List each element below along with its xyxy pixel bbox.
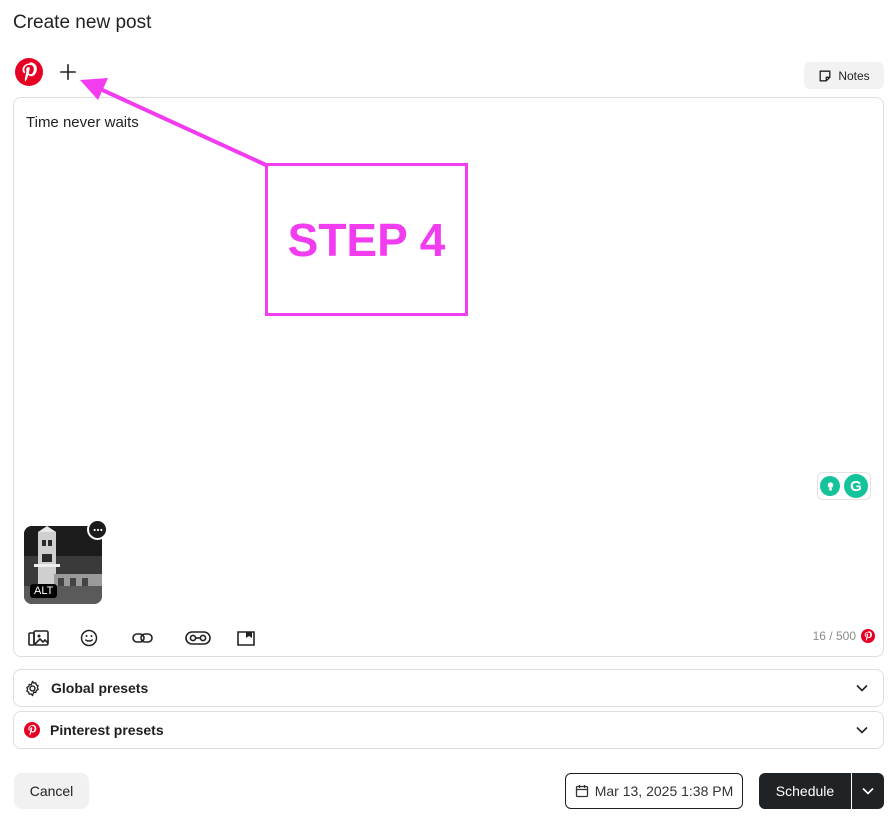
alt-badge[interactable]: ALT (30, 584, 58, 598)
folder-button[interactable] (236, 628, 288, 648)
step-label: STEP 4 (287, 213, 446, 266)
link-button[interactable] (132, 628, 184, 648)
calendar-icon (575, 785, 588, 798)
chevron-down-icon (862, 787, 874, 795)
lightbulb-icon[interactable] (820, 476, 840, 496)
pinterest-account-icon[interactable] (15, 58, 43, 86)
note-icon (819, 70, 831, 81)
ai-assistant-button[interactable] (184, 628, 236, 648)
notes-button[interactable]: Notes (804, 62, 884, 89)
emoji-button[interactable] (80, 628, 132, 648)
step-annotation-box: STEP 4 (265, 163, 468, 316)
global-presets-label: Global presets (51, 680, 149, 696)
character-counter: 16 / 500 (813, 629, 875, 643)
emoji-icon (80, 629, 98, 647)
schedule-button[interactable]: Schedule (759, 773, 851, 809)
pinterest-icon (24, 722, 40, 738)
pinterest-presets-accordion[interactable]: Pinterest presets (13, 711, 884, 749)
grammarly-icon[interactable]: G (844, 474, 868, 498)
media-button[interactable] (28, 628, 80, 648)
folder-icon (237, 631, 255, 646)
more-dots-icon (93, 528, 102, 531)
link-icon (132, 633, 153, 643)
editor-toolbar (28, 628, 288, 648)
chevron-down-icon (856, 726, 868, 734)
plus-icon (59, 63, 77, 81)
image-options-button[interactable] (87, 519, 108, 540)
post-text[interactable]: Time never waits (26, 114, 139, 131)
chevron-down-icon (856, 684, 868, 692)
schedule-options-button[interactable] (852, 773, 884, 809)
pinterest-icon (861, 629, 875, 643)
add-account-button[interactable] (56, 60, 80, 84)
schedule-date-text: Mar 13, 2025 1:38 PM (594, 783, 734, 799)
bot-icon (185, 631, 211, 645)
dialog-title: Create new post (13, 12, 152, 33)
gear-icon (26, 680, 39, 696)
notes-label: Notes (838, 68, 870, 83)
char-count-text: 16 / 500 (812, 629, 856, 643)
pinterest-presets-label: Pinterest presets (50, 722, 164, 738)
global-presets-accordion[interactable]: Global presets (13, 669, 884, 707)
cancel-button[interactable]: Cancel (14, 773, 89, 809)
schedule-date-picker[interactable]: Mar 13, 2025 1:38 PM (565, 773, 743, 809)
media-library-icon (28, 630, 49, 646)
grammarly-widget[interactable]: G (817, 472, 871, 500)
